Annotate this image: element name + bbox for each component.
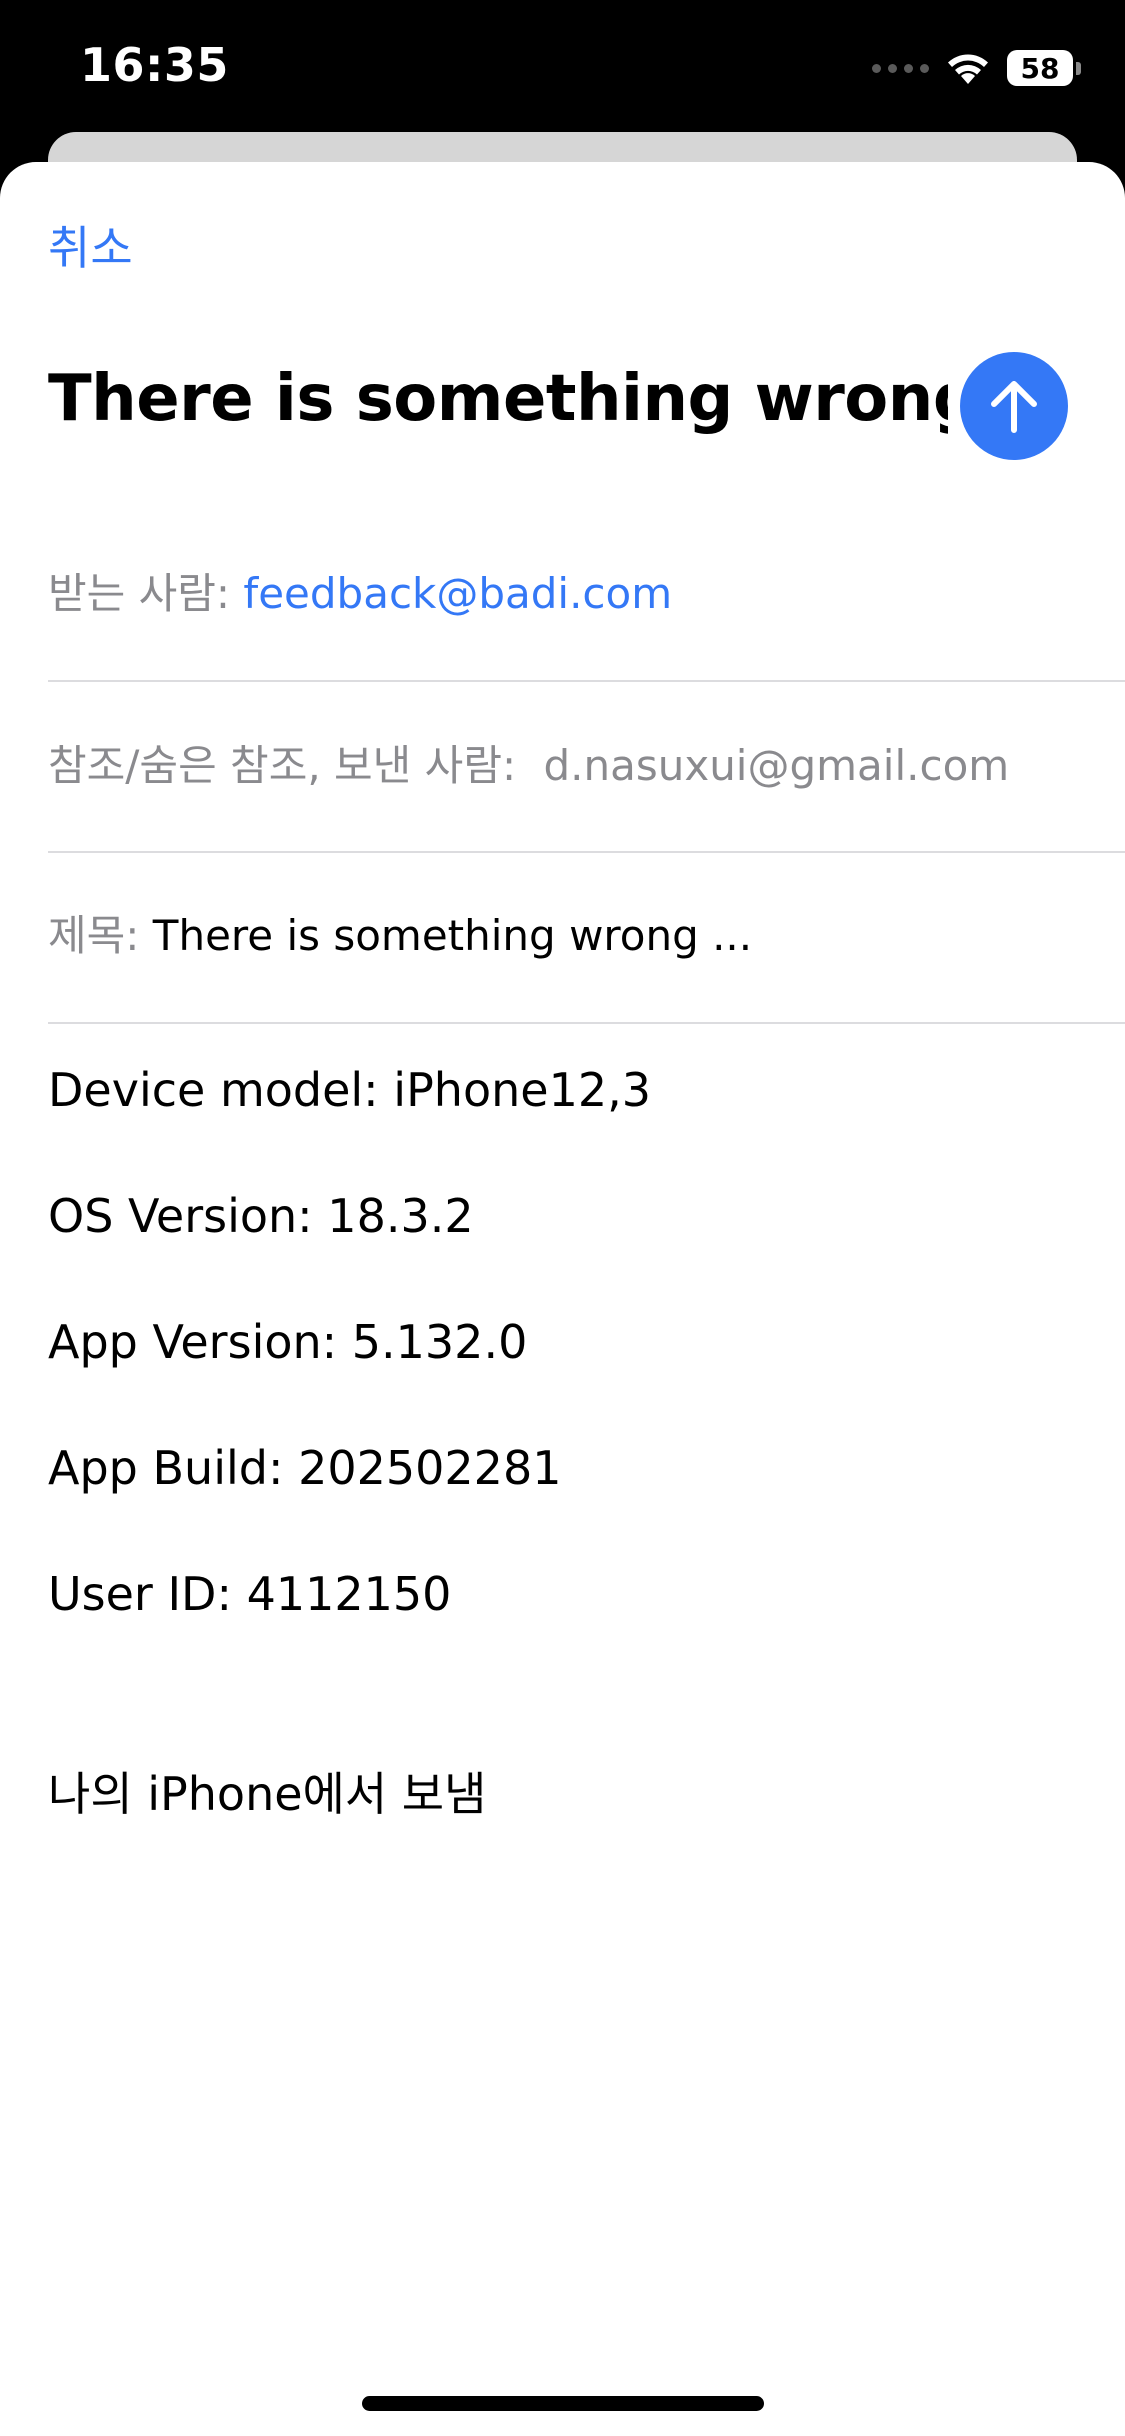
home-indicator[interactable] <box>362 2396 764 2411</box>
body-line-os-version: OS Version: 18.3.2 <box>48 1189 474 1243</box>
cc-bcc-from-label: 참조/숨은 참조, 보낸 사람: <box>48 741 517 790</box>
message-body[interactable]: Device model: iPhone12,3 OS Version: 18.… <box>48 1042 1088 1842</box>
cancel-button[interactable]: 취소 <box>48 212 133 278</box>
mail-compose-screen: 16:35 58 취소 There is something wrong ... <box>0 0 1125 2436</box>
status-bar: 16:35 58 <box>0 0 1125 135</box>
to-recipient[interactable]: feedback@badi.com <box>243 569 672 618</box>
from-address[interactable]: d.nasuxui@gmail.com <box>543 741 1009 790</box>
battery-level: 58 <box>1007 50 1073 86</box>
battery-icon: 58 <box>1007 50 1081 86</box>
divider <box>48 1022 1125 1024</box>
subject-field[interactable]: 제목: There is something wrong ... <box>48 902 1125 963</box>
to-label: 받는 사람: <box>48 569 231 618</box>
status-icons: 58 <box>872 48 1081 88</box>
arrow-up-icon <box>991 381 1037 433</box>
divider <box>48 851 1125 853</box>
body-line-user-id: User ID: 4112150 <box>48 1567 452 1621</box>
body-line-device-model: Device model: iPhone12,3 <box>48 1063 651 1117</box>
subject-value[interactable]: There is something wrong ... <box>153 911 752 960</box>
body-line-app-version: App Version: 5.132.0 <box>48 1315 528 1369</box>
cc-bcc-from-field[interactable]: 참조/숨은 참조, 보낸 사람: d.nasuxui@gmail.com <box>48 732 1125 793</box>
compose-sheet: 취소 There is something wrong ... 받는 사람: f… <box>0 162 1125 2436</box>
status-time: 16:35 <box>80 38 229 92</box>
to-field[interactable]: 받는 사람: feedback@badi.com <box>48 560 1125 621</box>
subject-label: 제목: <box>48 911 140 960</box>
divider <box>48 680 1125 682</box>
compose-title: There is something wrong ... <box>48 362 948 436</box>
body-line-app-build: App Build: 202502281 <box>48 1441 562 1495</box>
signature: 나의 iPhone에서 보냄 <box>48 1767 487 1821</box>
send-button[interactable] <box>960 352 1068 460</box>
wifi-icon <box>948 54 988 84</box>
cellular-signal-icon <box>872 63 929 73</box>
